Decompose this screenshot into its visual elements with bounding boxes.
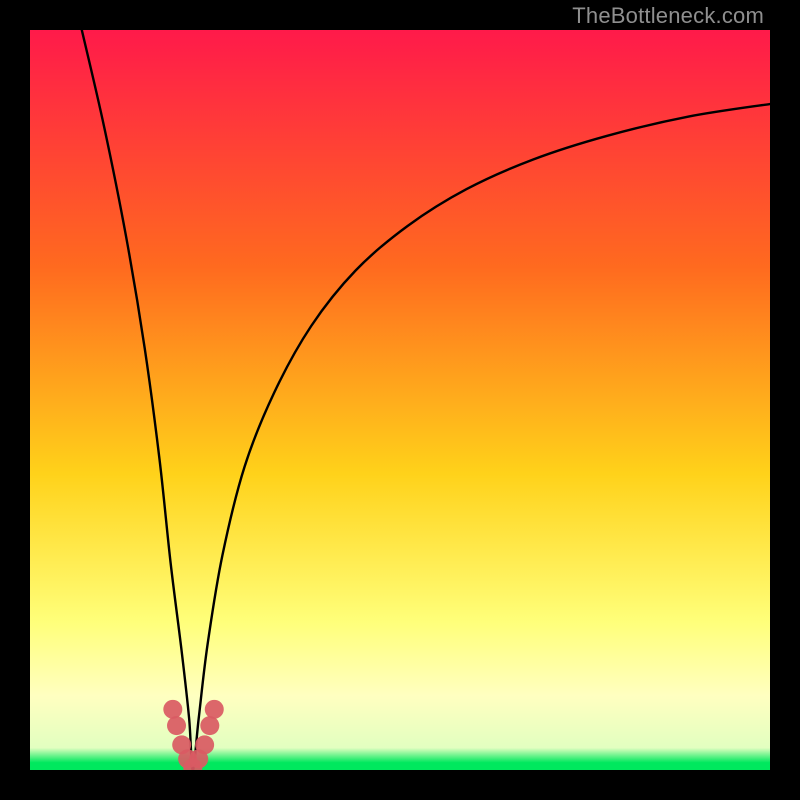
marker-point	[195, 735, 214, 754]
marker-point	[200, 716, 219, 735]
marker-point	[163, 700, 182, 719]
bottleneck-chart	[30, 30, 770, 770]
watermark-text: TheBottleneck.com	[572, 3, 764, 29]
marker-point	[205, 700, 224, 719]
gradient-background	[30, 30, 770, 770]
marker-point	[167, 716, 186, 735]
chart-frame	[30, 30, 770, 770]
